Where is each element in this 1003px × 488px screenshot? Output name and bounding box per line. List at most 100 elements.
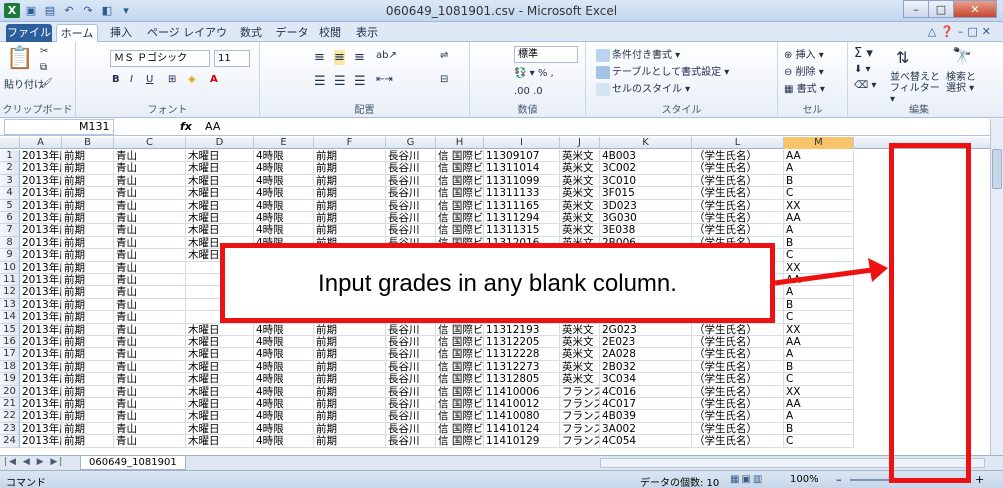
cell-d[interactable]: 木曜日 [186,162,254,175]
cell-m[interactable]: XX [784,323,854,336]
cell-c[interactable]: 青山 [114,323,186,336]
cell-i[interactable]: 11410124 [484,422,560,436]
cell-l[interactable]: （学生氏名） [692,150,784,163]
cell-h[interactable]: 信 国際ビジネ [436,336,484,349]
cell-a[interactable]: 2013年度 [20,323,62,336]
cell-k[interactable]: 4C054 [600,435,692,448]
cell-i[interactable]: 11410129 [484,435,560,448]
cell-m[interactable]: A [784,224,854,237]
cell-h[interactable]: 信 国際ビジネ [436,174,484,188]
cell-a[interactable]: 2013年度 [20,150,62,163]
cell-d[interactable]: 木曜日 [186,150,254,163]
scroll-thumb[interactable] [992,149,1002,189]
cell-j[interactable]: 英米文 [560,212,600,225]
cell-k[interactable]: 4B003 [600,150,692,163]
cell-i[interactable]: 11410080 [484,410,560,423]
cell-b[interactable]: 前期 [62,410,114,423]
cell-g[interactable]: 長谷川 [386,373,436,386]
cell-k[interactable]: 3C034 [600,373,692,386]
paste-button[interactable]: 貼り付け [4,76,44,91]
tab-formulas[interactable]: 数式 [234,24,268,42]
cell-e[interactable]: 4時限 [254,199,314,212]
cell-f[interactable]: 前期 [314,348,386,361]
cell-h[interactable]: 信 国際ビジネ [436,150,484,163]
cell-a[interactable]: 2013年度 [20,298,62,312]
cell-e[interactable]: 4時限 [254,385,314,398]
cell-i[interactable]: 11309107 [484,150,560,163]
align-left-icon[interactable]: ☰ [314,74,326,89]
column-header-l[interactable]: L [692,137,784,149]
format-cells-button[interactable]: ▦ 書式 ▾ [784,80,825,95]
row-header[interactable]: 14 [0,311,20,324]
cell-l[interactable]: （学生氏名） [692,385,784,398]
cell-d[interactable]: 木曜日 [186,323,254,336]
row-header[interactable]: 20 [0,385,20,398]
cell-i[interactable]: 11410006 [484,385,560,398]
cell-b[interactable]: 前期 [62,398,114,411]
row-header[interactable]: 13 [0,298,20,312]
cell-h[interactable]: 信 国際ビジネ [436,385,484,398]
cell-h[interactable]: 信 国際ビジネ [436,435,484,448]
cell-a[interactable]: 2013年度 [20,311,62,324]
cell-c[interactable]: 青山 [114,212,186,225]
cell-g[interactable]: 長谷川 [386,174,436,188]
cell-l[interactable]: （学生氏名） [692,212,784,225]
find-select-button[interactable]: 検索と 選択 ▾ [946,72,986,94]
cell-f[interactable]: 前期 [314,410,386,423]
close-button[interactable]: ✕ [953,0,997,18]
cell-j[interactable]: 英米文 [560,187,600,200]
row-header[interactable]: 9 [0,249,20,262]
cell-l[interactable]: （学生氏名） [692,422,784,436]
cell-k[interactable]: 3D023 [600,199,692,212]
cell-a[interactable]: 2013年度 [20,199,62,212]
cell-d[interactable]: 木曜日 [186,348,254,361]
cell-m[interactable]: AA [784,398,854,411]
cell-j[interactable]: フランス文 [560,385,600,398]
cell-j[interactable]: 英米文 [560,174,600,188]
cell-g[interactable]: 長谷川 [386,224,436,237]
cell-f[interactable]: 前期 [314,162,386,175]
column-header-k[interactable]: K [600,137,692,149]
cell-g[interactable]: 長谷川 [386,360,436,374]
cell-i[interactable]: 11311014 [484,162,560,175]
cell-k[interactable]: 3G030 [600,212,692,225]
cell-d[interactable]: 木曜日 [186,224,254,237]
cell-k[interactable]: 2E023 [600,336,692,349]
cell-i[interactable]: 11312273 [484,360,560,374]
formula-input[interactable]: AA [205,120,220,133]
font-name-select[interactable]: ＭＳ Ｐゴシック [110,50,210,67]
cell-m[interactable]: C [784,311,854,324]
copy-icon[interactable]: ⧉ [40,62,47,73]
cell-b[interactable]: 前期 [62,373,114,386]
row-header[interactable]: 19 [0,373,20,386]
row-header[interactable]: 15 [0,323,20,336]
cell-a[interactable]: 2013年度 [20,286,62,299]
align-middle-icon[interactable]: ≡ [334,50,345,65]
cell-i[interactable]: 11312228 [484,348,560,361]
cell-j[interactable]: 英米文 [560,348,600,361]
cell-i[interactable]: 11311133 [484,187,560,200]
cell-l[interactable]: （学生氏名） [692,224,784,237]
cell-b[interactable]: 前期 [62,422,114,436]
cell-c[interactable]: 青山 [114,187,186,200]
cell-c[interactable]: 青山 [114,286,186,299]
cell-h[interactable]: 信 国際ビジネ [436,398,484,411]
tab-view[interactable]: 表示 [350,24,384,42]
cell-e[interactable]: 4時限 [254,323,314,336]
column-header-i[interactable]: I [484,137,560,149]
wrap-text-icon[interactable]: ⇌ [440,50,448,61]
decimal-icons[interactable]: .00 .0 [514,86,543,97]
cell-j[interactable]: フランス文 [560,410,600,423]
cell-m[interactable]: AA [784,150,854,163]
cell-a[interactable]: 2013年度 [20,398,62,411]
cell-b[interactable]: 前期 [62,236,114,250]
cell-m[interactable]: A [784,162,854,175]
cell-m[interactable]: B [784,298,854,312]
row-header[interactable]: 22 [0,410,20,423]
cell-e[interactable]: 4時限 [254,150,314,163]
cell-d[interactable]: 木曜日 [186,422,254,436]
row-header[interactable]: 8 [0,236,20,250]
cell-m[interactable]: C [784,249,854,262]
number-format-select[interactable]: 標準 [514,46,578,63]
autosum-icon[interactable]: Σ ▾ [854,46,873,61]
